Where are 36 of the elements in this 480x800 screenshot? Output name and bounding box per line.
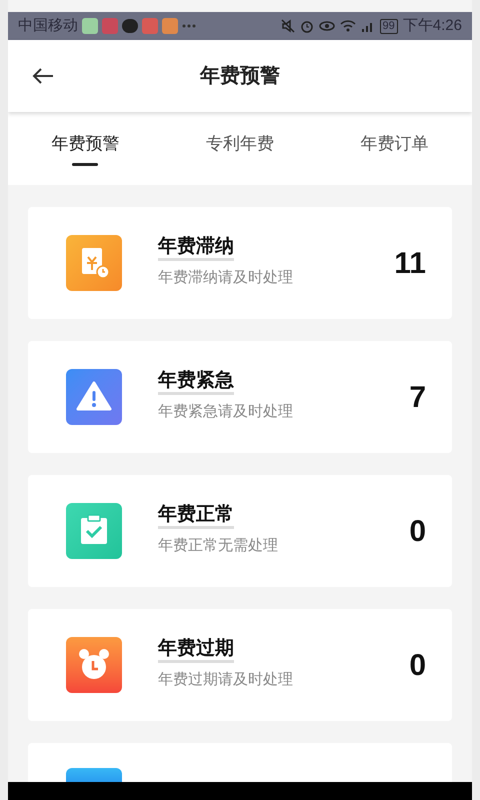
clock-time: 下午4:26 bbox=[402, 16, 462, 36]
clipboard-check-icon bbox=[66, 503, 122, 559]
back-icon[interactable] bbox=[32, 67, 54, 85]
battery-level: 99 bbox=[380, 18, 398, 34]
more-icon bbox=[182, 24, 196, 28]
alarm-icon bbox=[300, 19, 314, 33]
alert-card[interactable]: 年费紧急 年费紧急请及时处理 7 bbox=[28, 341, 452, 453]
tab[interactable]: 年费预警 bbox=[8, 112, 163, 185]
alarm-clock-icon bbox=[66, 637, 122, 693]
wifi-icon bbox=[340, 20, 356, 32]
mute-icon bbox=[280, 19, 295, 33]
card-title: 年费过期 bbox=[158, 638, 234, 664]
alert-card[interactable] bbox=[28, 743, 452, 782]
tab[interactable]: 年费订单 bbox=[317, 112, 472, 185]
alert-card[interactable]: 年费滞纳 年费滞纳请及时处理 11 bbox=[28, 207, 452, 319]
card-subtitle: 年费滞纳请及时处理 bbox=[158, 268, 294, 288]
card-subtitle: 年费紧急请及时处理 bbox=[158, 402, 294, 422]
alert-count: 11 bbox=[394, 246, 426, 282]
card-icon bbox=[66, 768, 122, 782]
card-subtitle: 年费过期请及时处理 bbox=[158, 670, 294, 690]
card-title: 年费正常 bbox=[158, 504, 234, 530]
carrier-name: 中国移动 bbox=[18, 16, 78, 36]
alert-count: 0 bbox=[409, 514, 426, 550]
alert-count: 7 bbox=[409, 380, 426, 416]
alert-card[interactable]: 年费正常 年费正常无需处理 0 bbox=[28, 475, 452, 587]
card-subtitle: 年费正常无需处理 bbox=[158, 536, 279, 556]
alert-count: 0 bbox=[409, 648, 426, 684]
card-title: 年费紧急 bbox=[158, 370, 234, 396]
signal-icon bbox=[360, 20, 375, 32]
tab[interactable]: 专利年费 bbox=[162, 112, 318, 185]
card-title: 年费滞纳 bbox=[158, 236, 234, 262]
receipt-icon bbox=[66, 235, 122, 291]
warning-icon bbox=[66, 369, 122, 425]
page-title: 年费预警 bbox=[200, 64, 280, 89]
alert-card[interactable]: 年费过期 年费过期请及时处理 0 bbox=[28, 609, 452, 721]
eye-icon bbox=[318, 20, 335, 32]
